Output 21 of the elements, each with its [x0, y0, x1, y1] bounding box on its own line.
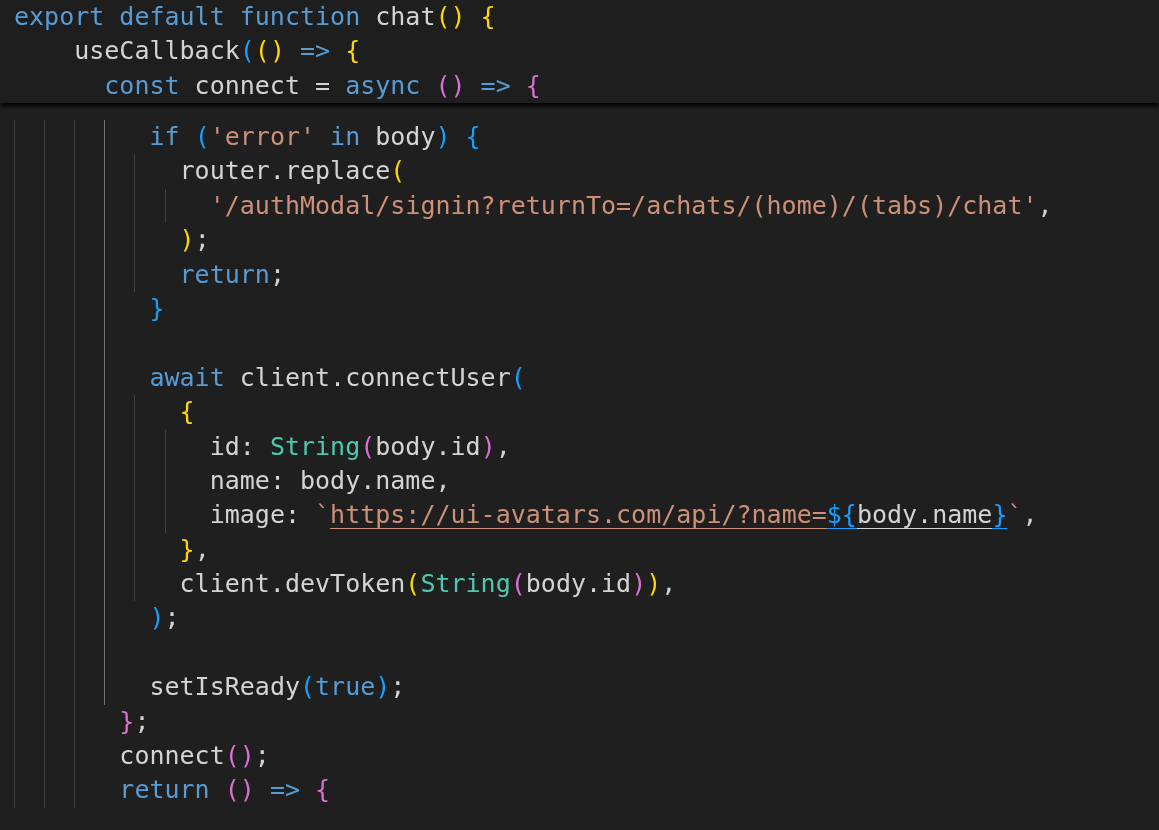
code-line: '/authModal/signin?returnTo=/achats/(home)/(tabs)/chat', [209, 189, 1053, 222]
code-line: connect(); [119, 740, 270, 773]
code-line: } [149, 292, 165, 325]
code-line: router.replace( [179, 155, 406, 188]
code-line: ); [149, 602, 180, 635]
code-line: client.devToken(String(body.id)), [179, 568, 677, 601]
code-line: const connect = async () => { [104, 69, 541, 102]
code-line: id: String(body.id), [209, 430, 511, 463]
code-line: return; [179, 258, 285, 291]
code-line: image: `https://ui-avatars.com/api/?name=${body.name}`, [209, 499, 1038, 532]
code-line: name: body.name, [209, 464, 451, 497]
code-line: }; [119, 705, 150, 738]
code-line: if ('error' in body) { [149, 121, 481, 153]
code-line: export default function chat() { [14, 1, 496, 33]
code-line: ); [179, 224, 210, 257]
code-line: }, [179, 533, 210, 566]
code-line: await client.connectUser( [149, 361, 526, 394]
code-line: setIsReady(true); [149, 671, 406, 704]
code-line: { [179, 396, 195, 429]
code-line: useCallback(() => { [74, 35, 361, 68]
code-line: return () => { [119, 774, 331, 807]
